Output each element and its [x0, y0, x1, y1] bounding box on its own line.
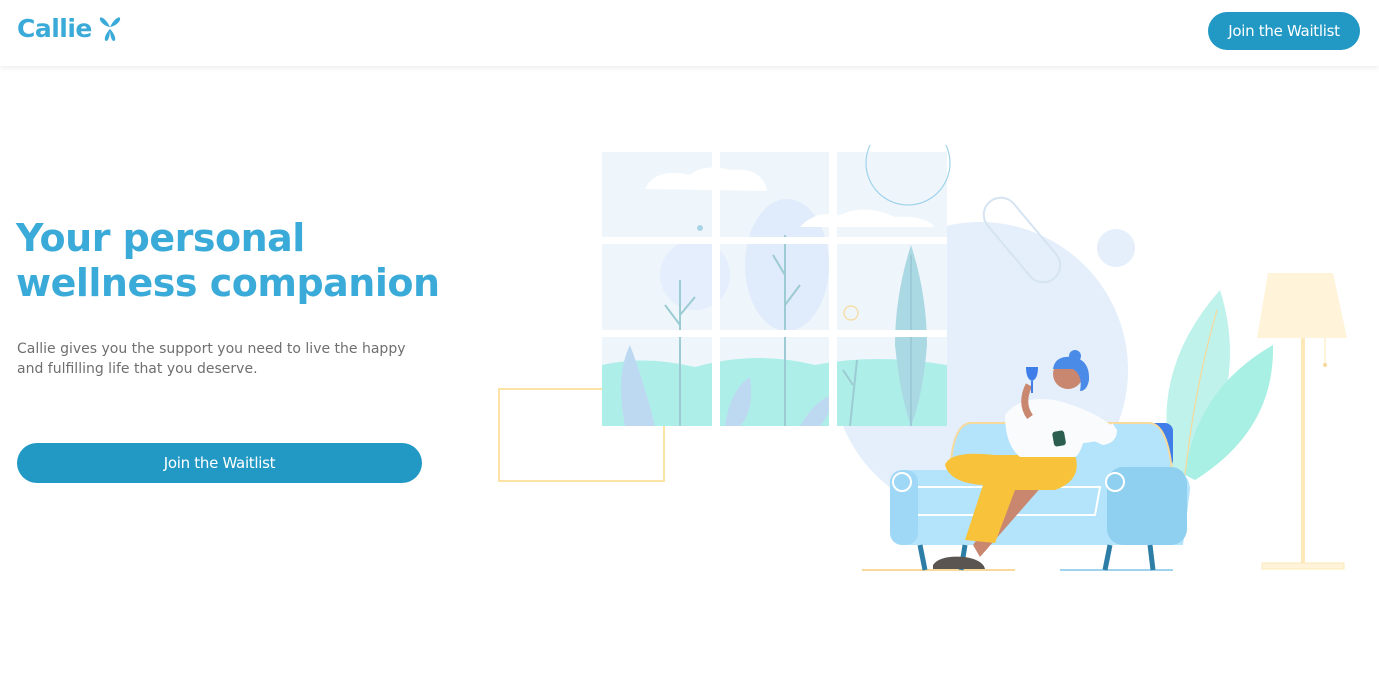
hero-description: Callie gives you the support you need to…	[17, 341, 406, 377]
decor-bubble	[1097, 229, 1135, 267]
window	[602, 145, 951, 427]
floor-lamp	[1257, 273, 1347, 570]
hero-title-line-2: wellness companion	[16, 261, 440, 305]
logo-text: Callie	[17, 14, 92, 43]
hero-title: Your personal wellness companion	[16, 216, 440, 306]
hero-title-line-1: Your personal	[16, 216, 305, 260]
site-header: Callie Join the Waitlist	[0, 0, 1379, 66]
logo[interactable]: Callie	[17, 14, 122, 43]
join-waitlist-header-button[interactable]: Join the Waitlist	[1208, 12, 1360, 50]
butterfly-icon	[99, 16, 121, 41]
hero-illustration	[498, 145, 1347, 571]
join-waitlist-hero-button[interactable]: Join the Waitlist	[17, 443, 422, 483]
